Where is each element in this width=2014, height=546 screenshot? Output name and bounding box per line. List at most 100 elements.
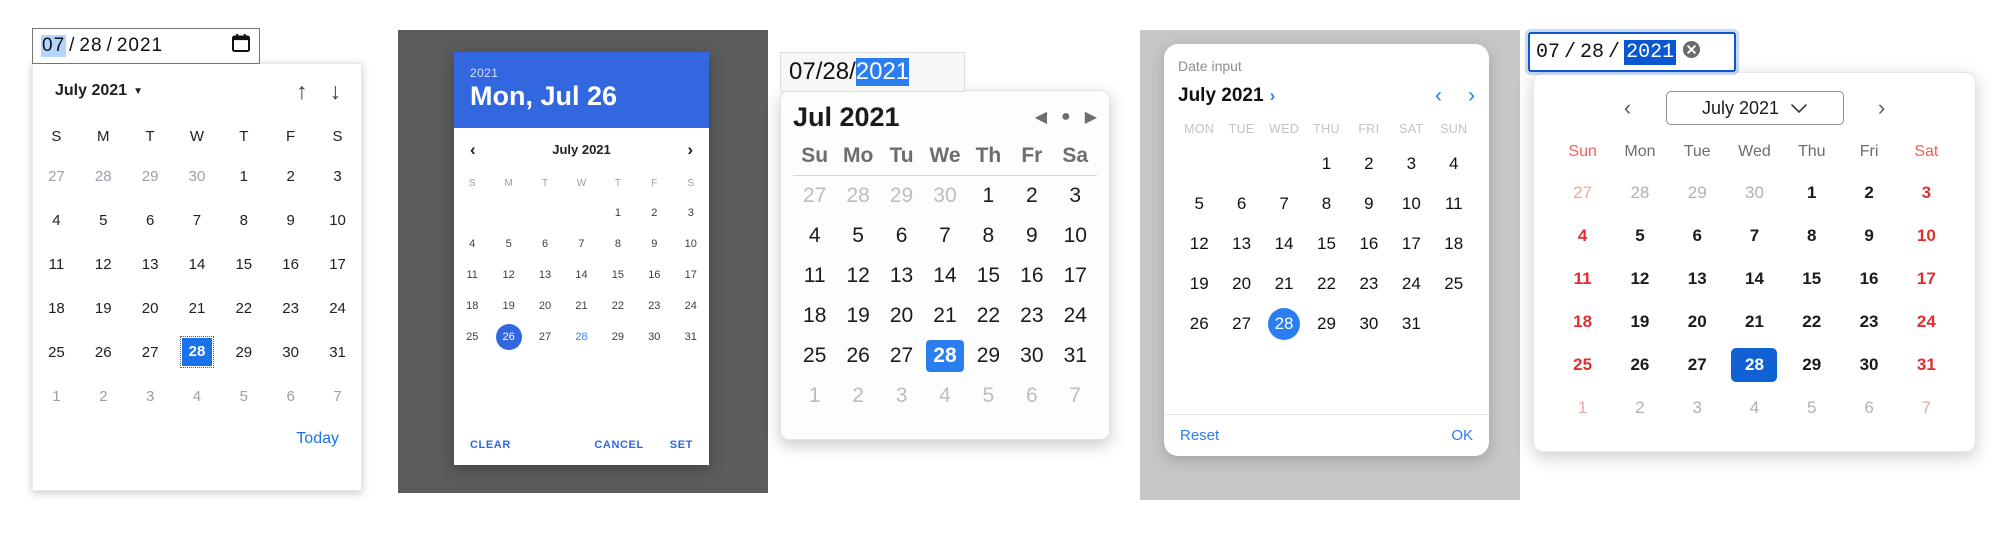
calendar-day[interactable]: 29 [1669, 171, 1726, 214]
calendar-day[interactable]: 31 [1390, 304, 1432, 344]
selected-day-marker[interactable]: 28 [179, 336, 214, 368]
calendar-day[interactable]: 19 [1178, 264, 1220, 304]
chevron-right-icon[interactable]: › [1862, 95, 1902, 121]
month-year-label[interactable]: July 2021 [55, 82, 127, 100]
calendar-day[interactable]: 19 [80, 286, 127, 330]
calendar-day[interactable]: 6 [267, 374, 314, 418]
calendar-day[interactable]: 5 [836, 216, 879, 256]
calendar-day[interactable]: 13 [1220, 224, 1262, 264]
calendar-day[interactable]: 7 [923, 216, 966, 256]
calendar-day-selected[interactable]: 26 [490, 322, 526, 353]
calendar-day[interactable]: 21 [1263, 264, 1305, 304]
month-year-select[interactable]: July 2021 [1665, 91, 1844, 125]
calendar-day[interactable]: 20 [1669, 300, 1726, 343]
calendar-day[interactable]: 12 [490, 260, 526, 291]
calendar-day[interactable]: 15 [600, 260, 636, 291]
calendar-day[interactable]: 13 [127, 242, 174, 286]
calendar-day[interactable]: 27 [33, 154, 80, 198]
calendar-day[interactable]: 26 [80, 330, 127, 374]
calendar-day[interactable]: 5 [490, 229, 526, 260]
selected-date-label[interactable]: Mon, Jul 26 [470, 81, 693, 112]
calendar-day[interactable]: 9 [1348, 184, 1390, 224]
calendar-day[interactable]: 11 [1554, 257, 1611, 300]
calendar-day[interactable]: 4 [33, 198, 80, 242]
calendar-day[interactable]: 30 [1348, 304, 1390, 344]
calendar-day[interactable]: 30 [1726, 171, 1783, 214]
calendar-day[interactable]: 24 [1898, 300, 1955, 343]
calendar-day[interactable]: 22 [967, 296, 1010, 336]
calendar-day[interactable]: 6 [880, 216, 923, 256]
calendar-day[interactable]: 3 [880, 376, 923, 416]
calendar-day[interactable]: 22 [1305, 264, 1347, 304]
calendar-day[interactable]: 16 [1010, 256, 1053, 296]
calendar-day[interactable]: 17 [673, 260, 709, 291]
calendar-day[interactable]: 10 [314, 198, 361, 242]
calendar-day[interactable]: 15 [1783, 257, 1840, 300]
calendar-day[interactable]: 24 [314, 286, 361, 330]
calendar-day[interactable]: 18 [454, 291, 490, 322]
calendar-day[interactable]: 2 [1348, 144, 1390, 184]
calendar-day[interactable]: 8 [600, 229, 636, 260]
calendar-day[interactable]: 1 [33, 374, 80, 418]
calendar-day[interactable]: 14 [923, 256, 966, 296]
calendar-day[interactable]: 12 [80, 242, 127, 286]
calendar-day[interactable]: 27 [1554, 171, 1611, 214]
calendar-day[interactable]: 20 [880, 296, 923, 336]
calendar-day[interactable]: 29 [1305, 304, 1347, 344]
calendar-day[interactable]: 18 [33, 286, 80, 330]
calendar-day[interactable]: 9 [636, 229, 672, 260]
calendar-day[interactable]: 5 [80, 198, 127, 242]
calendar-day[interactable]: 31 [314, 330, 361, 374]
calendar-day[interactable]: 17 [1898, 257, 1955, 300]
circle-dot-icon[interactable]: ● [1061, 108, 1071, 126]
calendar-day[interactable]: 3 [314, 154, 361, 198]
today-day-marker[interactable]: 28 [575, 331, 587, 343]
calendar-day[interactable]: 11 [454, 260, 490, 291]
calendar-day[interactable]: 4 [1554, 214, 1611, 257]
calendar-day[interactable]: 21 [1726, 300, 1783, 343]
month-segment[interactable]: 07 [1536, 41, 1560, 64]
calendar-day[interactable]: 2 [836, 376, 879, 416]
calendar-day[interactable]: 3 [1054, 176, 1097, 217]
calendar-day[interactable]: 26 [836, 336, 879, 376]
calendar-day-today[interactable]: 28 [563, 322, 599, 353]
calendar-day[interactable]: 29 [600, 322, 636, 353]
calendar-day[interactable]: 14 [1263, 224, 1305, 264]
set-button[interactable]: SET [670, 439, 693, 451]
calendar-day[interactable]: 30 [1840, 343, 1897, 386]
chevron-left-icon[interactable]: ‹ [1608, 95, 1648, 121]
calendar-day[interactable]: 25 [33, 330, 80, 374]
calendar-day[interactable]: 27 [793, 176, 836, 217]
arrow-up-icon[interactable]: ↑ [296, 79, 308, 103]
calendar-day[interactable]: 30 [267, 330, 314, 374]
calendar-day[interactable]: 4 [1726, 386, 1783, 429]
calendar-day[interactable]: 16 [267, 242, 314, 286]
calendar-day[interactable]: 7 [563, 229, 599, 260]
calendar-day[interactable]: 23 [1840, 300, 1897, 343]
calendar-day[interactable]: 20 [1220, 264, 1262, 304]
calendar-day[interactable]: 5 [220, 374, 267, 418]
caret-down-icon[interactable]: ▼ [133, 86, 143, 97]
month-year-label[interactable]: July 2021 [1178, 85, 1264, 107]
calendar-day[interactable]: 4 [1433, 144, 1475, 184]
calendar-day[interactable]: 13 [1669, 257, 1726, 300]
clear-button[interactable]: CLEAR [470, 439, 511, 451]
calendar-day[interactable]: 8 [1783, 214, 1840, 257]
calendar-icon[interactable] [231, 33, 251, 59]
calendar-day[interactable]: 5 [1611, 214, 1668, 257]
calendar-day[interactable]: 9 [267, 198, 314, 242]
calendar-day[interactable]: 11 [793, 256, 836, 296]
today-button[interactable]: Today [296, 430, 339, 447]
calendar-day[interactable]: 6 [127, 198, 174, 242]
calendar-day[interactable]: 2 [267, 154, 314, 198]
calendar-day[interactable]: 25 [1554, 343, 1611, 386]
calendar-day[interactable]: 17 [314, 242, 361, 286]
calendar-day[interactable]: 25 [1433, 264, 1475, 304]
calendar-day[interactable]: 6 [1220, 184, 1262, 224]
calendar-day[interactable]: 10 [1898, 214, 1955, 257]
calendar-day[interactable]: 22 [600, 291, 636, 322]
calendar-day[interactable]: 3 [1390, 144, 1432, 184]
selected-year-label[interactable]: 2021 [470, 66, 693, 80]
calendar-day[interactable]: 30 [1010, 336, 1053, 376]
date-input-chrome[interactable]: 07 / 28 / 2021 [32, 28, 260, 64]
